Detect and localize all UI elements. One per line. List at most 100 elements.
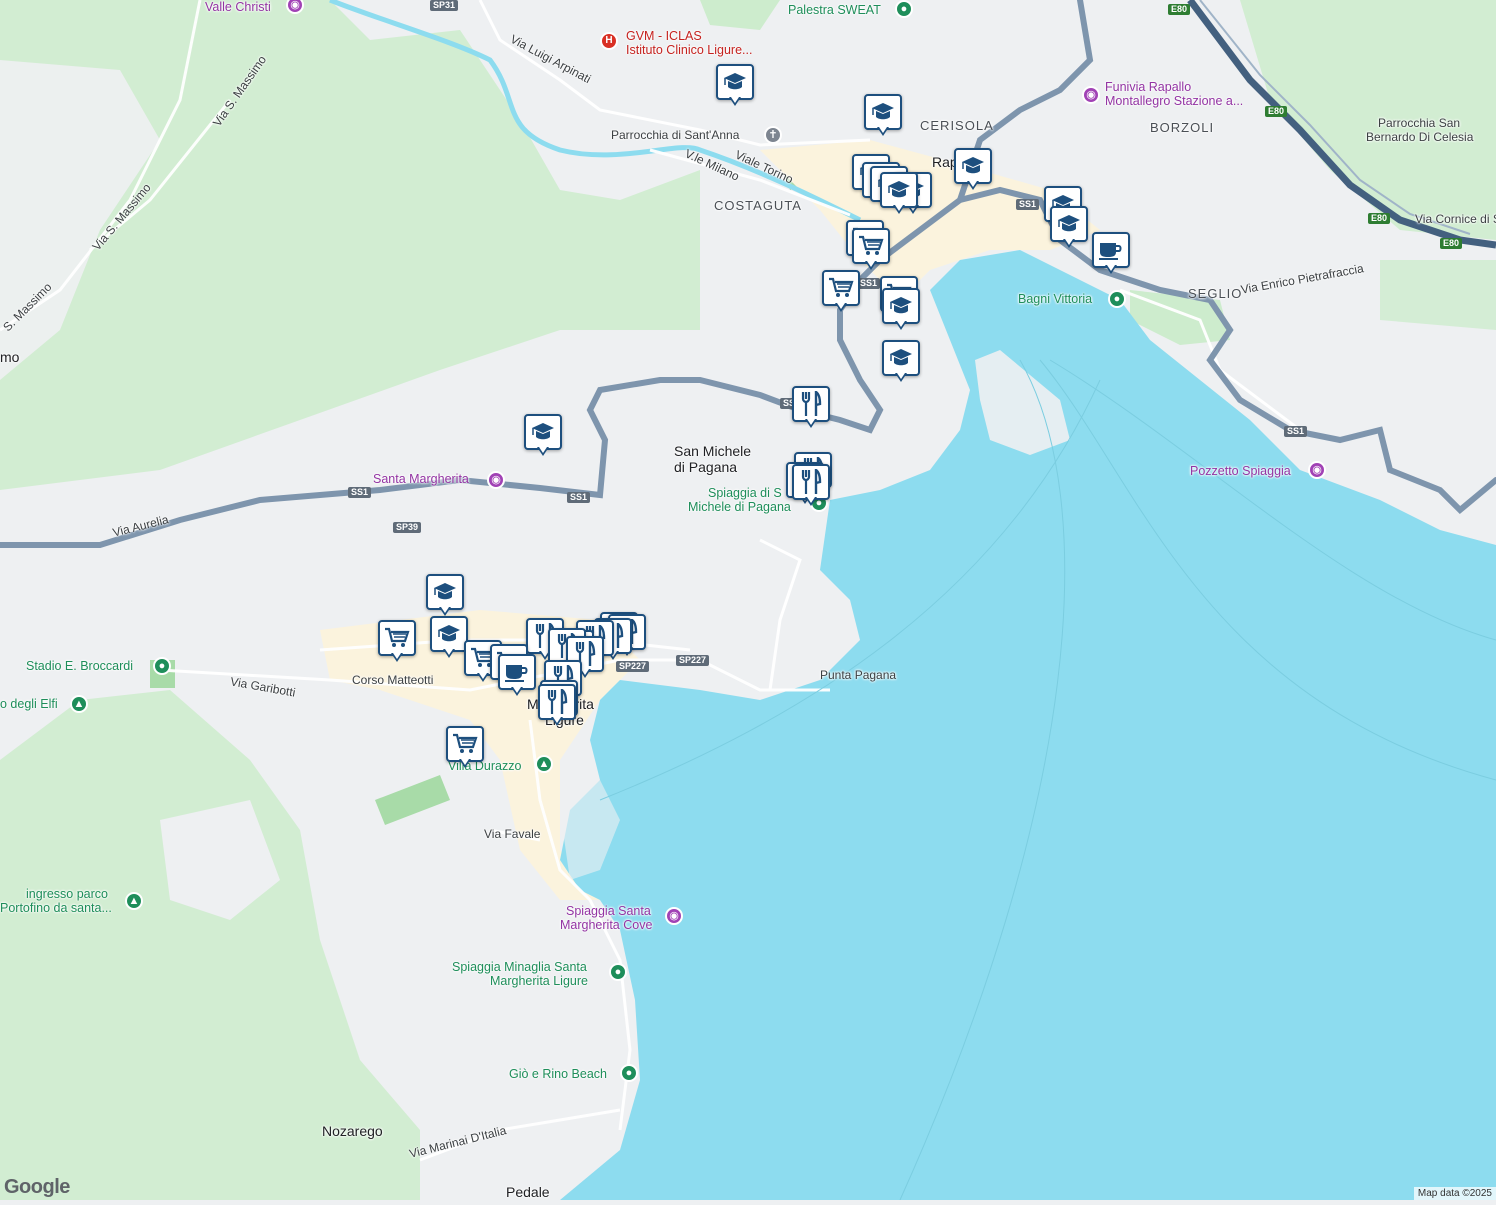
school-pin-icon [882,340,920,376]
district-label: BORZOLI [1150,120,1215,135]
attraction-icon[interactable]: ◉ [1308,461,1326,479]
school-pin-icon[interactable] [430,616,468,662]
restaurant-pin-icon[interactable] [792,464,830,510]
school-pin-icon[interactable] [882,288,920,334]
place-label: Palestra SWEAT [788,3,881,17]
place-label: Michele di Pagana [688,500,791,514]
school-pin-icon [426,574,464,610]
place-label: Giò e Rino Beach [509,1067,607,1081]
place-label: Parrocchia di Sant'Anna [611,128,740,142]
restaurant-pin-icon[interactable] [538,684,576,730]
school-pin-icon[interactable] [1050,206,1088,252]
school-pin-icon[interactable] [880,172,918,218]
hospital-icon[interactable]: H [600,32,618,50]
road-shield-e80: E80 [1265,106,1288,117]
school-pin-icon [430,616,468,652]
place-label: Parrocchia San [1378,116,1461,130]
school-pin-icon [882,288,920,324]
school-pin-icon [864,94,902,130]
place-label: Spiaggia di S [708,486,782,500]
shopping-pin-icon[interactable] [378,620,416,666]
beach-icon[interactable]: ● [1108,290,1126,308]
place-label: Spiaggia Minaglia Santa [452,960,587,974]
park-icon[interactable]: ▲ [125,892,143,910]
cafe-pin-icon [498,654,536,690]
road-shield-ss1: SS1 [1284,426,1308,437]
place-label: Montallegro Stazione a... [1105,94,1244,108]
shopping-pin-icon[interactable] [852,228,890,274]
park-icon[interactable]: ▲ [70,695,88,713]
cafe-pin-icon [1092,232,1130,268]
district-label: COSTAGUTA [714,198,802,213]
road-shield-e80: E80 [1168,4,1191,15]
road-shield-ss1: SS1 [857,278,881,289]
school-pin-icon[interactable] [716,64,754,110]
place-label: Istituto Clinico Ligure... [626,43,753,57]
place-label: Funivia Rapallo [1105,80,1192,94]
attraction-icon[interactable]: ◉ [665,907,683,925]
school-pin-icon[interactable] [864,94,902,140]
road-shield-sp227: SP227 [676,655,710,666]
park-icon[interactable]: ▲ [535,755,553,773]
place-label: Margherita Ligure [490,974,588,988]
town-label: Pedale [506,1184,550,1200]
google-logo-text: Google [4,1176,70,1198]
shopping-pin-icon [378,620,416,656]
restaurant-pin-icon [792,386,830,422]
street-label: Via Favale [484,827,541,841]
place-label: Stadio E. Broccardi [26,659,133,673]
place-label: Pozzetto Spiaggia [1190,464,1291,478]
school-pin-icon[interactable] [882,340,920,386]
town-label: di Pagana [674,459,738,475]
town-label: Nozarego [322,1123,383,1139]
google-logo: Google [4,1176,70,1199]
place-label: Valle Christi [205,0,271,14]
road-shield-e80: E80 [1368,213,1391,224]
map-attribution[interactable]: Map data ©2025 [1413,1187,1496,1200]
place-label: Margherita Cove [560,918,653,932]
district-label: SEGLIO [1188,286,1243,301]
road-shield-ss1: SS1 [1016,199,1040,210]
place-label: Santa Margherita [373,472,469,486]
place-label: o degli Elfi [0,697,58,711]
road-shield-e80: E80 [1440,238,1463,249]
school-pin-icon[interactable] [954,148,992,194]
street-label: Via Cornice di Sa [1415,212,1496,226]
gym-icon[interactable]: ● [895,0,913,18]
town-label: mo [0,349,20,365]
school-pin-icon [1050,206,1088,242]
school-pin-icon [524,414,562,450]
attraction-icon[interactable]: ◉ [487,471,505,489]
stadium-icon[interactable]: ● [153,657,171,675]
road-shield-ss1: SS1 [348,487,372,498]
restaurant-pin-icon [538,684,576,720]
street-label: Corso Matteotti [352,673,434,687]
map-canvas[interactable]: SP31 E80 E80 E80 E80 SS1 SS1 SS1 SS1 SS1… [0,0,1496,1201]
cafe-pin-icon[interactable] [498,654,536,700]
road-shield-ss1: SS1 [567,492,591,503]
beach-icon[interactable]: ● [609,963,627,981]
shopping-pin-icon[interactable] [822,270,860,316]
school-pin-icon[interactable] [524,414,562,460]
shopping-pin-icon [446,726,484,762]
church-icon[interactable]: ✝ [764,126,782,144]
map-base-layer [0,0,1496,1201]
shopping-pin-icon [822,270,860,306]
road-shield-sp31: SP31 [430,0,459,11]
place-label: Spiaggia Santa [566,904,651,918]
restaurant-pin-icon[interactable] [792,386,830,432]
school-pin-icon [880,172,918,208]
school-pin-icon[interactable] [426,574,464,620]
attraction-icon[interactable]: ◉ [1082,86,1100,104]
school-pin-icon [954,148,992,184]
school-pin-icon [716,64,754,100]
beach-icon[interactable]: ● [620,1064,638,1082]
place-label: Bagni Vittoria [1018,292,1093,306]
shopping-pin-icon [852,228,890,264]
cafe-pin-icon[interactable] [1092,232,1130,278]
place-label: Portofino da santa... [0,901,112,915]
shopping-pin-icon[interactable] [446,726,484,772]
place-label: ingresso parco [26,887,108,901]
restaurant-pin-icon [792,464,830,500]
place-label: GVM - ICLAS [626,29,702,43]
